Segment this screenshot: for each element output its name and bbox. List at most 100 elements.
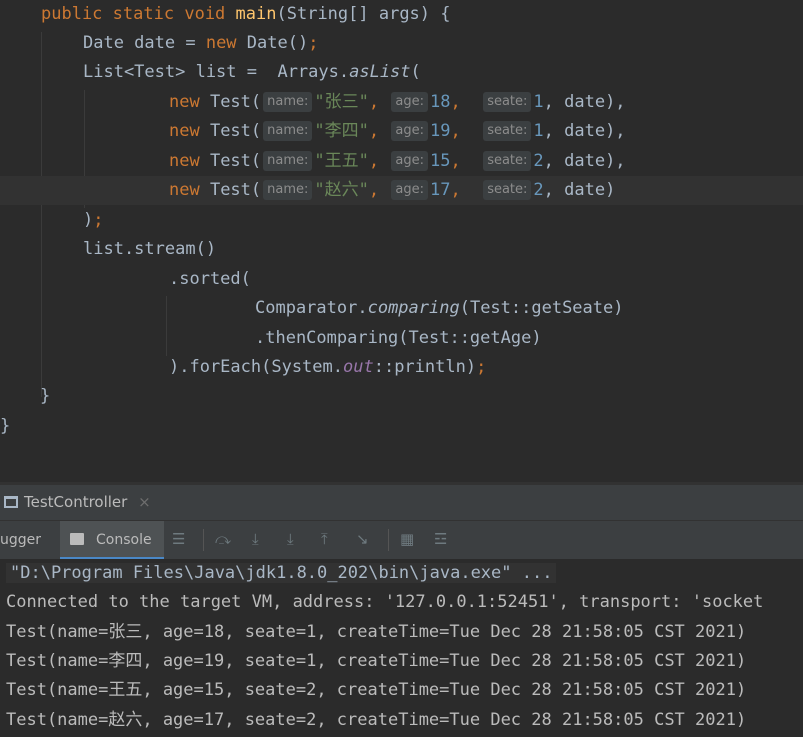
param-hint-age: age: [391, 180, 428, 200]
evaluate-icon[interactable]: ▦ [400, 530, 414, 548]
param-hint-seate: seate: [483, 121, 532, 141]
keyword-new: new [169, 92, 200, 112]
println-ref: ::println) [373, 357, 477, 377]
step-out-icon[interactable]: ⤒ [321, 530, 328, 548]
code-line: ).forEach(System.out::println); [0, 353, 803, 382]
run-tab-title: TestController [24, 493, 128, 511]
keyword-new: new [205, 33, 237, 53]
comma: , [368, 180, 390, 200]
comma: , [368, 121, 390, 141]
param-hint-age: age: [391, 151, 428, 171]
foreach-call: ).forEach(System. [169, 357, 343, 377]
comma: , [368, 92, 390, 112]
comparing-args: (Test::getSeate) [459, 298, 624, 318]
debugger-tab[interactable]: ugger [0, 521, 58, 559]
run-to-cursor-icon[interactable]: ↘ [356, 530, 369, 548]
keyword-static: static [112, 4, 175, 24]
code-line: List<Test> list = Arrays.asList( [0, 58, 803, 87]
main-params: (String[] args) { [276, 4, 451, 24]
console-tab-label: Console [96, 532, 152, 548]
aslist-call: asList [349, 62, 411, 82]
console-command: "D:\Program Files\Java\jdk1.8.0_202\bin\… [6, 563, 557, 583]
code-line: public static void main(String[] args) { [0, 0, 803, 29]
code-line: .thenComparing(Test::getAge) [0, 324, 803, 353]
run-tab[interactable]: TestController × [0, 485, 159, 520]
param-hint-seate: seate: [483, 180, 532, 200]
name-arg: "张三" [314, 92, 369, 112]
seate-arg: 2 [533, 151, 544, 171]
semicolon: ; [308, 33, 319, 53]
step-over-icon[interactable]: ⤼ [215, 530, 231, 548]
test-ctor: Test( [199, 151, 262, 171]
method-main: main [235, 4, 277, 24]
age-arg: 17 [429, 180, 451, 200]
window-icon [4, 496, 18, 508]
keyword-new: new [169, 121, 200, 141]
comparator-class: Comparator. [255, 298, 368, 318]
age-arg: 19 [429, 121, 451, 141]
seate-arg: 1 [533, 92, 544, 112]
close-brace: } [40, 386, 51, 406]
debugger-tab-label: ugger [0, 532, 42, 548]
param-hint-age: age: [391, 121, 428, 141]
console-line: "D:\Program Files\Java\jdk1.8.0_202\bin\… [6, 559, 557, 588]
console-output[interactable]: "D:\Program Files\Java\jdk1.8.0_202\bin\… [0, 559, 803, 737]
console-tab[interactable]: Console [60, 521, 164, 559]
code-line: .sorted( [0, 265, 803, 294]
param-hint-seate: seate: [483, 92, 532, 112]
run-toolbar: ugger Console ☰ ⤼ ⤓ ⤓ ⤒ ↘ ▦ ☲ [0, 520, 803, 560]
console-icon [70, 533, 84, 545]
code-line: list.stream() [0, 235, 803, 264]
comparing-call: comparing [367, 298, 460, 318]
name-arg: "李四" [314, 121, 369, 141]
comma: , [450, 92, 471, 112]
trace-settings-icon[interactable]: ☲ [434, 530, 447, 548]
param-hint-name: name: [263, 121, 313, 141]
code-line-test-0: new Test(name: "张三", age: 18, seate: 1, dat… [0, 88, 803, 117]
menu-icon[interactable]: ☰ [172, 530, 185, 548]
semicolon: ; [476, 357, 487, 377]
keyword-new: new [169, 180, 200, 200]
param-hint-name: name: [263, 151, 313, 171]
comma: , [450, 180, 471, 200]
step-into-icon[interactable]: ⤓ [252, 530, 259, 548]
console-line: Test(name=王五, age=15, seate=2, createTim… [6, 680, 747, 700]
comma: , [450, 121, 471, 141]
code-line-test-3: new Test(name: "赵六", age: 17, seate: 2, dat… [0, 176, 803, 205]
comma: , [368, 151, 390, 171]
code-line: Comparator.comparing(Test::getSeate) [0, 294, 803, 323]
age-arg: 18 [429, 92, 451, 112]
date-arg: , date), [543, 92, 626, 112]
force-step-into-icon[interactable]: ⤓ [287, 530, 294, 548]
date-arg: , date) [543, 180, 616, 200]
date-arg: , date), [543, 121, 626, 141]
seate-arg: 2 [533, 180, 544, 200]
name-arg: "赵六" [314, 180, 369, 200]
code-editor[interactable]: public static void main(String[] args) {… [0, 0, 803, 482]
comma: , [450, 151, 471, 171]
code-line-test-1: new Test(name: "李四", age: 19, seate: 1, dat… [0, 117, 803, 146]
toolbar-separator [203, 529, 204, 551]
sorted-call: .sorted( [169, 269, 251, 289]
open-paren: ( [410, 62, 421, 82]
out-field: out [343, 357, 374, 377]
list-decl: List<Test> list = Arrays. [83, 62, 350, 82]
code-line: } [0, 382, 803, 411]
date-ctor: Date() [236, 33, 309, 53]
age-arg: 15 [429, 151, 451, 171]
stream-call: list.stream() [83, 239, 217, 259]
param-hint-age: age: [391, 92, 428, 112]
param-hint-name: name: [263, 92, 313, 112]
keyword-new: new [169, 151, 200, 171]
close-icon[interactable]: × [138, 493, 151, 511]
test-ctor: Test( [199, 180, 262, 200]
close-paren: ) [83, 210, 94, 230]
console-line: Connected to the target VM, address: '12… [6, 592, 764, 612]
console-line: Test(name=李四, age=19, seate=1, createTim… [6, 651, 747, 671]
keyword-public: public [41, 4, 103, 24]
toolbar-separator [388, 529, 389, 551]
console-line: Test(name=张三, age=18, seate=1, createTim… [6, 622, 747, 642]
code-line: Date date = new Date(); [0, 29, 803, 58]
test-ctor: Test( [199, 92, 262, 112]
param-hint-seate: seate: [483, 151, 532, 171]
